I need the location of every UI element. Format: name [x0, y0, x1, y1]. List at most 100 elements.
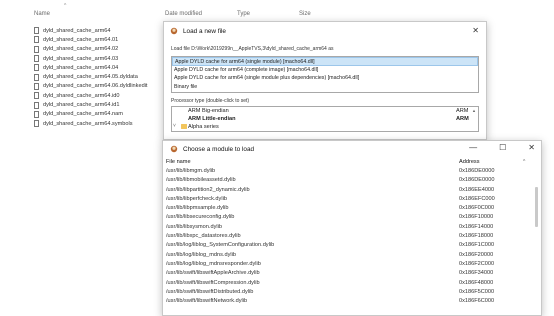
module-name: /usr/lib/swift/libswiftAppleArchive.dyli…: [166, 270, 260, 277]
file-row[interactable]: dyld_shared_cache_arm64.nam: [34, 110, 164, 119]
load-file-dialog: Load a new file ✕ Load file D:\Work\2019…: [163, 21, 487, 140]
file-icon: [34, 110, 39, 118]
file-name: dyld_shared_cache_arm64.01: [43, 36, 119, 43]
file-row[interactable]: dyld_shared_cache_arm64.03: [34, 54, 164, 63]
file-name: dyld_shared_cache_arm64.nam: [43, 111, 123, 118]
processor-name: ARM Big-endian: [188, 108, 229, 114]
file-icon: [34, 92, 39, 100]
module-row[interactable]: /usr/lib/swift/libswiftAppleArchive.dyli…: [166, 269, 531, 278]
module-list-scrollbar[interactable]: [534, 167, 540, 315]
module-name: /usr/lib/libpartition2_dynamic.dylib: [166, 186, 250, 193]
module-address: 0x186F10000: [459, 214, 494, 221]
load-file-label: Load file D:\Work\2019299n__AppleTVS,3\d…: [171, 46, 334, 52]
module-row[interactable]: /usr/lib/swift/libswiftNetwork.dylib 0x18…: [166, 297, 531, 306]
maximize-icon[interactable]: ☐: [499, 143, 506, 152]
file-type-list[interactable]: Apple DYLD cache for arm64 (single modul…: [171, 56, 479, 93]
file-icon: [34, 45, 39, 53]
file-type-item[interactable]: Apple DYLD cache for arm64 (single modul…: [172, 74, 478, 83]
module-address: 0x186F48000: [459, 279, 494, 286]
folder-icon: [181, 124, 187, 129]
module-name: /usr/lib/libpmsample.dylib: [166, 205, 229, 212]
module-row[interactable]: /usr/lib/log/liblog_mdns.dylib 0x186F2000…: [166, 251, 531, 260]
dialog-title: Choose a module to load: [183, 145, 255, 153]
file-icon: [34, 36, 39, 44]
module-address: 0x186F5C000: [459, 288, 495, 295]
module-name: /usr/lib/swift/libswiftCompression.dylib: [166, 279, 260, 286]
module-name: /usr/lib/libsysmon.dylib: [166, 223, 222, 230]
module-row[interactable]: /usr/lib/swift/libswiftDistributed.dylib…: [166, 288, 531, 297]
processor-abbr: ARM: [456, 108, 469, 114]
processor-row[interactable]: Alpha series: [172, 123, 478, 131]
file-row[interactable]: dyld_shared_cache_arm64.id0: [34, 91, 164, 100]
module-address: 0x186DE0000: [459, 168, 495, 174]
file-row[interactable]: dyld_shared_cache_arm64.06.dyldlinkedit: [34, 82, 164, 91]
module-row[interactable]: /usr/lib/libsysmon.dylib 0x186F14000: [166, 223, 531, 232]
column-size[interactable]: Size: [299, 11, 311, 17]
file-row[interactable]: dyld_shared_cache_arm64.symbols: [34, 119, 164, 128]
minimize-icon[interactable]: —: [469, 143, 477, 152]
close-icon[interactable]: ✕: [472, 26, 479, 35]
processor-row[interactable]: ARM Big-endian ARM: [172, 107, 478, 115]
column-name[interactable]: Name: [34, 11, 50, 17]
processor-name: ARM Little-endian: [188, 116, 236, 122]
file-row[interactable]: dyld_shared_cache_arm64.02: [34, 45, 164, 54]
module-name: /usr/lib/log/liblog_mdns.dylib: [166, 251, 236, 258]
file-type-item[interactable]: Apple DYLD cache for arm64 (single modul…: [172, 57, 478, 66]
file-row[interactable]: dyld_shared_cache_arm64: [34, 26, 164, 35]
file-name: dyld_shared_cache_arm64.02: [43, 46, 119, 53]
choose-module-dialog: Choose a module to load — ☐ ✕ File name …: [162, 140, 542, 316]
scroll-up-icon[interactable]: ▲: [472, 108, 476, 113]
column-type[interactable]: Type: [237, 11, 250, 17]
file-name: dyld_shared_cache_arm64.04: [43, 64, 119, 71]
processor-row[interactable]: ARM Little-endian ARM: [172, 115, 478, 123]
file-icon: [34, 55, 39, 63]
module-row[interactable]: /usr/lib/libsecureconfig.dylib 0x186F1000…: [166, 213, 531, 222]
file-name: dyld_shared_cache_arm64.symbols: [43, 120, 133, 127]
processor-type-label: Processor type (double-click to set): [171, 98, 250, 104]
module-address: 0x186EE4000: [459, 186, 495, 193]
module-row[interactable]: /usr/lib/libmgm.dylib 0x186DE0000: [166, 167, 531, 176]
module-row[interactable]: /usr/lib/libxpc_datastores.dylib 0x186F18…: [166, 232, 531, 241]
module-name: /usr/lib/log/liblog_mdnsresponder.dylib: [166, 260, 261, 267]
module-name: /usr/lib/libmobileassetd.dylib: [166, 177, 236, 184]
module-row[interactable]: /usr/lib/log/liblog_SystemConfiguration.…: [166, 241, 531, 250]
column-file-name[interactable]: File name: [166, 159, 191, 165]
file-name: dyld_shared_cache_arm64.05.dyldata: [43, 74, 138, 81]
module-address: 0x186F18000: [459, 233, 494, 240]
file-type-item[interactable]: Apple DYLD cache for arm64 (complete ima…: [172, 66, 478, 75]
column-date-modified[interactable]: Date modified: [165, 11, 202, 17]
scrollbar-thumb[interactable]: [535, 187, 538, 227]
processor-list[interactable]: ARM Big-endian ARM ARM Little-endian ARM…: [171, 106, 479, 132]
file-row[interactable]: dyld_shared_cache_arm64.05.dyldata: [34, 72, 164, 81]
module-name: /usr/lib/swift/libswiftNetwork.dylib: [166, 298, 248, 305]
file-row[interactable]: dyld_shared_cache_arm64.04: [34, 63, 164, 72]
file-row[interactable]: dyld_shared_cache_arm64.01: [34, 35, 164, 44]
module-address: 0x186F2C000: [459, 260, 495, 267]
file-name: dyld_shared_cache_arm64.id0: [43, 92, 120, 99]
module-address: 0x186F20000: [459, 251, 494, 258]
module-name: /usr/lib/log/liblog_SystemConfiguration.…: [166, 242, 275, 249]
module-address: 0x186EFC000: [459, 195, 495, 202]
file-type-item[interactable]: Binary file: [172, 83, 478, 92]
close-icon[interactable]: ✕: [528, 143, 535, 152]
module-name: /usr/lib/swift/libswiftDistributed.dylib: [166, 288, 254, 295]
file-list: dyld_shared_cache_arm64 dyld_shared_cach…: [34, 26, 164, 128]
module-row[interactable]: /usr/lib/log/liblog_mdnsresponder.dylib 0…: [166, 260, 531, 269]
module-list[interactable]: /usr/lib/libmgm.dylib 0x186DE0000 /usr/li…: [166, 167, 531, 315]
module-row[interactable]: /usr/lib/swift/libswiftCompression.dylib…: [166, 279, 531, 288]
chevron-down-icon[interactable]: ˅: [173, 123, 176, 129]
module-row[interactable]: /usr/lib/libperfcheck.dylib 0x186EFC000: [166, 195, 531, 204]
sort-up-icon: ^: [64, 3, 67, 9]
ida-app-icon: [170, 27, 178, 35]
file-icon: [34, 101, 39, 109]
module-row[interactable]: /usr/lib/libmobileassetd.dylib 0x186DE000…: [166, 176, 531, 185]
module-address: 0x186F34000: [459, 270, 494, 277]
dialog-title-bar: Load a new file: [164, 22, 486, 40]
file-name: dyld_shared_cache_arm64.03: [43, 55, 119, 62]
module-row[interactable]: /usr/lib/libpmsample.dylib 0x186F0C000: [166, 204, 531, 213]
module-row[interactable]: /usr/lib/libpartition2_dynamic.dylib 0x18…: [166, 186, 531, 195]
file-name: dyld_shared_cache_arm64.id1: [43, 102, 120, 109]
file-row[interactable]: dyld_shared_cache_arm64.id1: [34, 100, 164, 109]
column-address[interactable]: Address: [459, 159, 480, 165]
file-icon: [34, 73, 39, 81]
